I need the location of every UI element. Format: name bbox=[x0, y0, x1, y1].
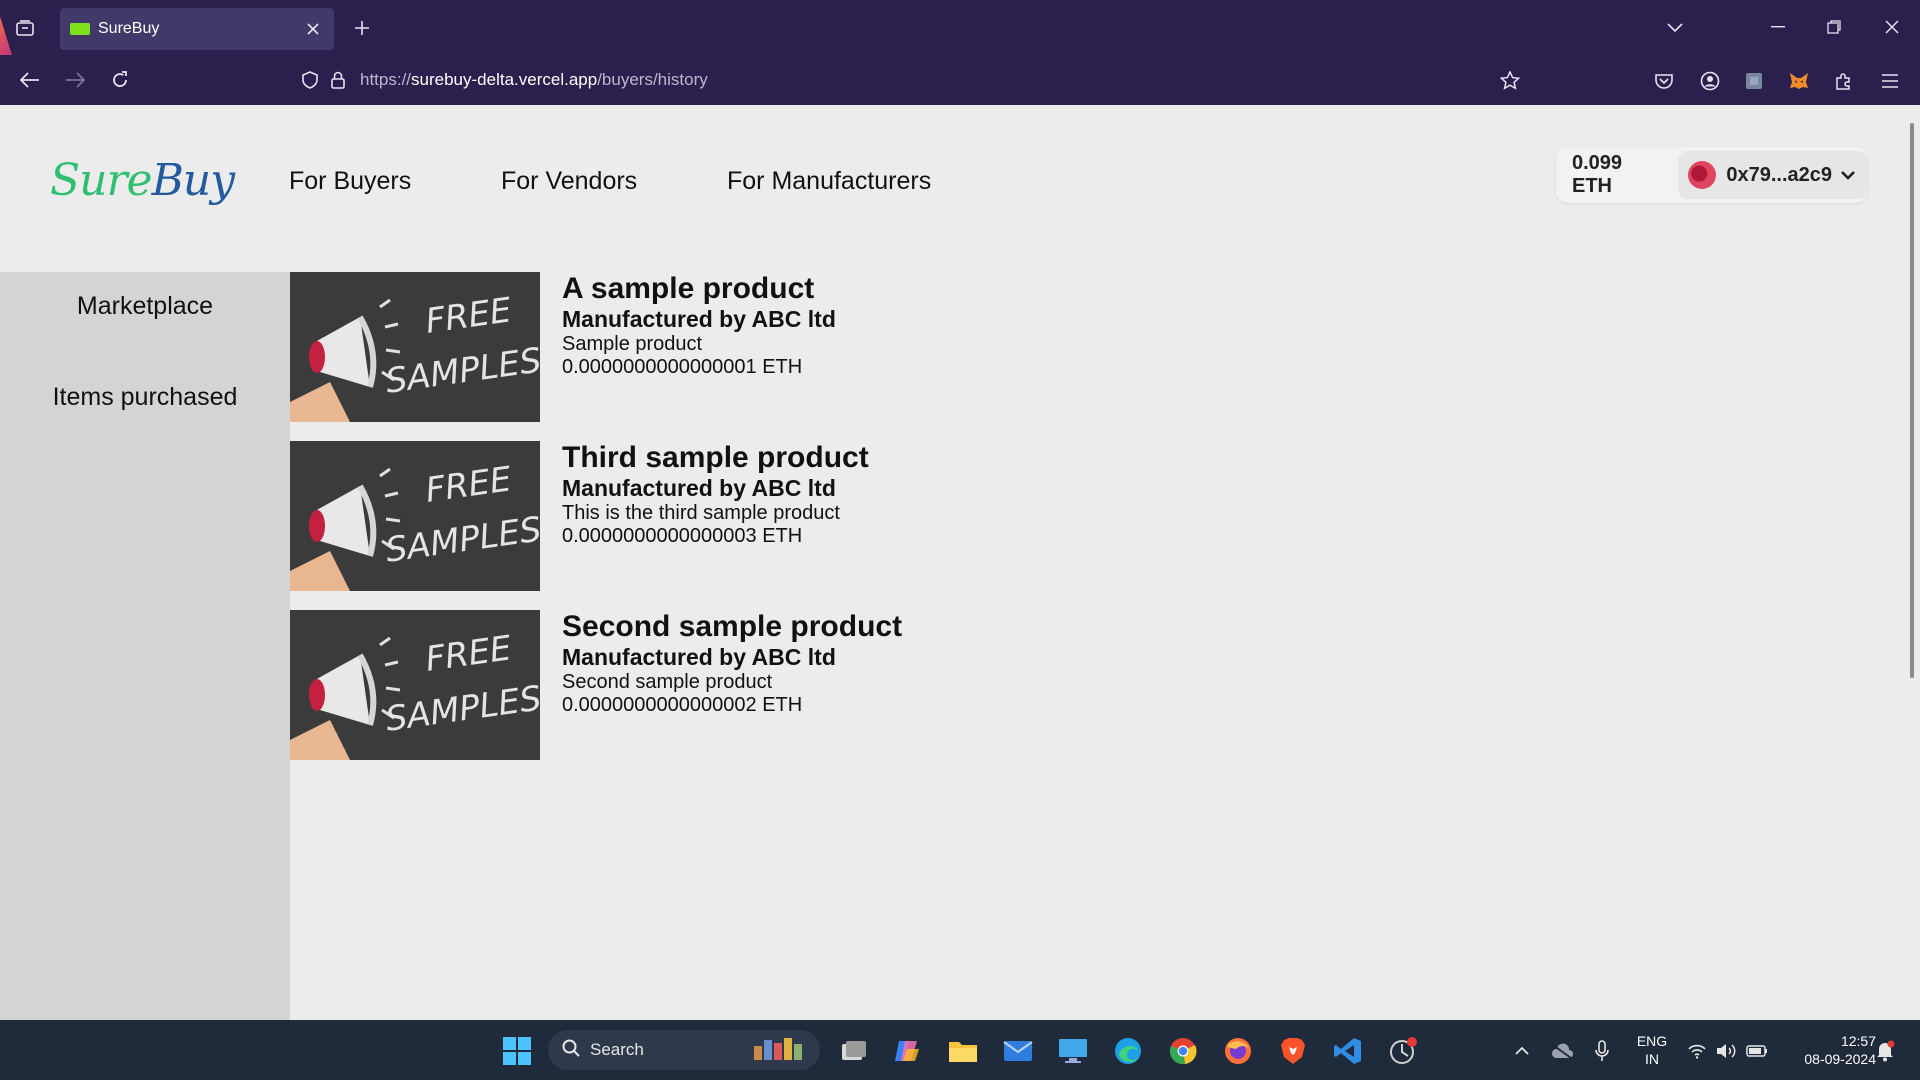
metamask-fox-icon[interactable] bbox=[1785, 67, 1813, 95]
task-view-icon[interactable] bbox=[837, 1034, 871, 1068]
favicon-icon bbox=[70, 23, 90, 35]
product-manufacturer: Manufactured by ABC ltd bbox=[562, 475, 836, 501]
taskbar-search[interactable]: Search bbox=[548, 1030, 820, 1070]
onedrive-cloud-icon[interactable] bbox=[1545, 1034, 1579, 1068]
edge-browser-icon[interactable] bbox=[1111, 1034, 1145, 1068]
sidebar-item-items-purchased[interactable]: Items purchased bbox=[0, 383, 290, 412]
nav-for-vendors[interactable]: For Vendors bbox=[501, 167, 637, 196]
firefox-icon[interactable] bbox=[1221, 1034, 1255, 1068]
browser-tab-bar: SureBuy bbox=[0, 0, 1920, 55]
account-button[interactable]: 0x79...a2c9 bbox=[1678, 151, 1868, 199]
nav-for-buyers[interactable]: For Buyers bbox=[289, 167, 411, 196]
product-name: Second sample product bbox=[562, 610, 903, 643]
file-explorer-icon[interactable] bbox=[946, 1034, 980, 1068]
vscode-icon[interactable] bbox=[1331, 1034, 1365, 1068]
product-image: FREE SAMPLES bbox=[290, 610, 540, 760]
product-description: This is the third sample product bbox=[562, 502, 840, 524]
wallet-widget: 0.099 ETH 0x79...a2c9 bbox=[1556, 147, 1868, 203]
sidebar-item-marketplace[interactable]: Marketplace bbox=[0, 292, 290, 321]
product-info: A sample product Manufactured by ABC ltd… bbox=[562, 272, 836, 379]
product-name: A sample product bbox=[562, 272, 815, 305]
bookmark-star-icon[interactable] bbox=[1490, 70, 1530, 90]
surebuy-logo[interactable]: SureBuy bbox=[50, 155, 235, 206]
product-image: FREE SAMPLES bbox=[290, 441, 540, 591]
product-info: Third sample product Manufactured by ABC… bbox=[562, 441, 869, 548]
account-icon[interactable] bbox=[1696, 67, 1724, 95]
product-card[interactable]: FREE SAMPLES A sample product Manufactur… bbox=[290, 272, 990, 422]
search-icon bbox=[562, 1039, 580, 1062]
search-highlight-icon bbox=[750, 1034, 810, 1067]
nav-for-manufacturers[interactable]: For Manufacturers bbox=[727, 167, 931, 196]
volume-icon[interactable] bbox=[1710, 1034, 1744, 1068]
sidebar: Marketplace Items purchased bbox=[0, 272, 290, 1020]
product-info: Second sample product Manufactured by AB… bbox=[562, 610, 902, 717]
reload-icon[interactable] bbox=[105, 65, 135, 95]
browser-toolbar: https://surebuy-delta.vercel.app/buyers/… bbox=[0, 55, 1920, 105]
mail-icon[interactable] bbox=[1001, 1034, 1035, 1068]
remote-desktop-icon[interactable] bbox=[1056, 1034, 1090, 1068]
product-description: Second sample product bbox=[562, 671, 773, 693]
menu-hamburger-icon[interactable] bbox=[1876, 67, 1904, 95]
app-notification-icon[interactable] bbox=[1386, 1034, 1420, 1068]
account-address: 0x79...a2c9 bbox=[1726, 163, 1832, 186]
account-avatar bbox=[1688, 161, 1717, 189]
close-tab-icon[interactable] bbox=[302, 18, 324, 40]
product-price: 0.0000000000000001 ETH bbox=[562, 356, 803, 378]
product-name: Third sample product bbox=[562, 441, 869, 474]
tab-list-icon[interactable] bbox=[10, 14, 40, 42]
taskbar: Search ENG IN 12:57 08-09-2024 bbox=[0, 1020, 1920, 1080]
microphone-icon[interactable] bbox=[1585, 1034, 1619, 1068]
extensions-puzzle-icon[interactable] bbox=[1830, 67, 1858, 95]
chevron-down-icon bbox=[1840, 170, 1856, 180]
tab-overflow-chevron-icon[interactable] bbox=[1660, 14, 1690, 42]
forward-arrow-icon[interactable] bbox=[60, 65, 90, 95]
language-indicator[interactable]: ENG IN bbox=[1630, 1032, 1674, 1068]
wallet-balance: 0.099 ETH bbox=[1572, 152, 1623, 197]
address-bar[interactable]: https://surebuy-delta.vercel.app/buyers/… bbox=[290, 62, 1530, 98]
clock-time: 12:57 bbox=[1840, 1033, 1876, 1049]
product-description: Sample product bbox=[562, 333, 703, 355]
battery-icon[interactable] bbox=[1740, 1034, 1774, 1068]
brave-icon[interactable] bbox=[1276, 1034, 1310, 1068]
tray-expand-chevron-icon[interactable] bbox=[1505, 1034, 1539, 1068]
url-text: https://surebuy-delta.vercel.app/buyers/… bbox=[360, 70, 708, 89]
product-manufacturer: Manufactured by ABC ltd bbox=[562, 306, 836, 332]
new-tab-icon[interactable] bbox=[348, 14, 376, 42]
product-card[interactable]: FREE SAMPLES Second sample product Manuf… bbox=[290, 610, 990, 760]
restore-icon[interactable] bbox=[1814, 10, 1854, 44]
copilot-icon[interactable] bbox=[890, 1034, 924, 1068]
browser-tab-active[interactable]: SureBuy bbox=[60, 8, 334, 50]
page-content: SureBuy For Buyers For Vendors For Manuf… bbox=[0, 105, 1920, 1020]
product-image: FREE SAMPLES bbox=[290, 272, 540, 422]
notification-bell-icon[interactable] bbox=[1868, 1034, 1902, 1068]
lock-icon[interactable] bbox=[324, 71, 352, 89]
back-arrow-icon[interactable] bbox=[15, 65, 45, 95]
page-scrollbar[interactable] bbox=[1910, 123, 1914, 678]
close-window-icon[interactable] bbox=[1872, 10, 1912, 44]
product-price: 0.0000000000000003 ETH bbox=[562, 525, 803, 547]
product-price: 0.0000000000000002 ETH bbox=[562, 694, 803, 716]
extension-square-icon[interactable] bbox=[1740, 67, 1768, 95]
clock-date: 08-09-2024 bbox=[1804, 1051, 1876, 1067]
tracking-shield-icon[interactable] bbox=[296, 71, 324, 89]
clock[interactable]: 12:57 08-09-2024 bbox=[1780, 1032, 1876, 1068]
product-manufacturer: Manufactured by ABC ltd bbox=[562, 644, 836, 670]
chrome-icon[interactable] bbox=[1166, 1034, 1200, 1068]
minimize-icon[interactable] bbox=[1758, 10, 1798, 44]
windows-start-icon[interactable] bbox=[500, 1034, 534, 1068]
search-label: Search bbox=[590, 1040, 644, 1059]
product-card[interactable]: FREE SAMPLES Third sample product Manufa… bbox=[290, 441, 990, 591]
pocket-icon[interactable] bbox=[1650, 67, 1678, 95]
wifi-icon[interactable] bbox=[1680, 1034, 1714, 1068]
tab-title: SureBuy bbox=[98, 20, 160, 37]
